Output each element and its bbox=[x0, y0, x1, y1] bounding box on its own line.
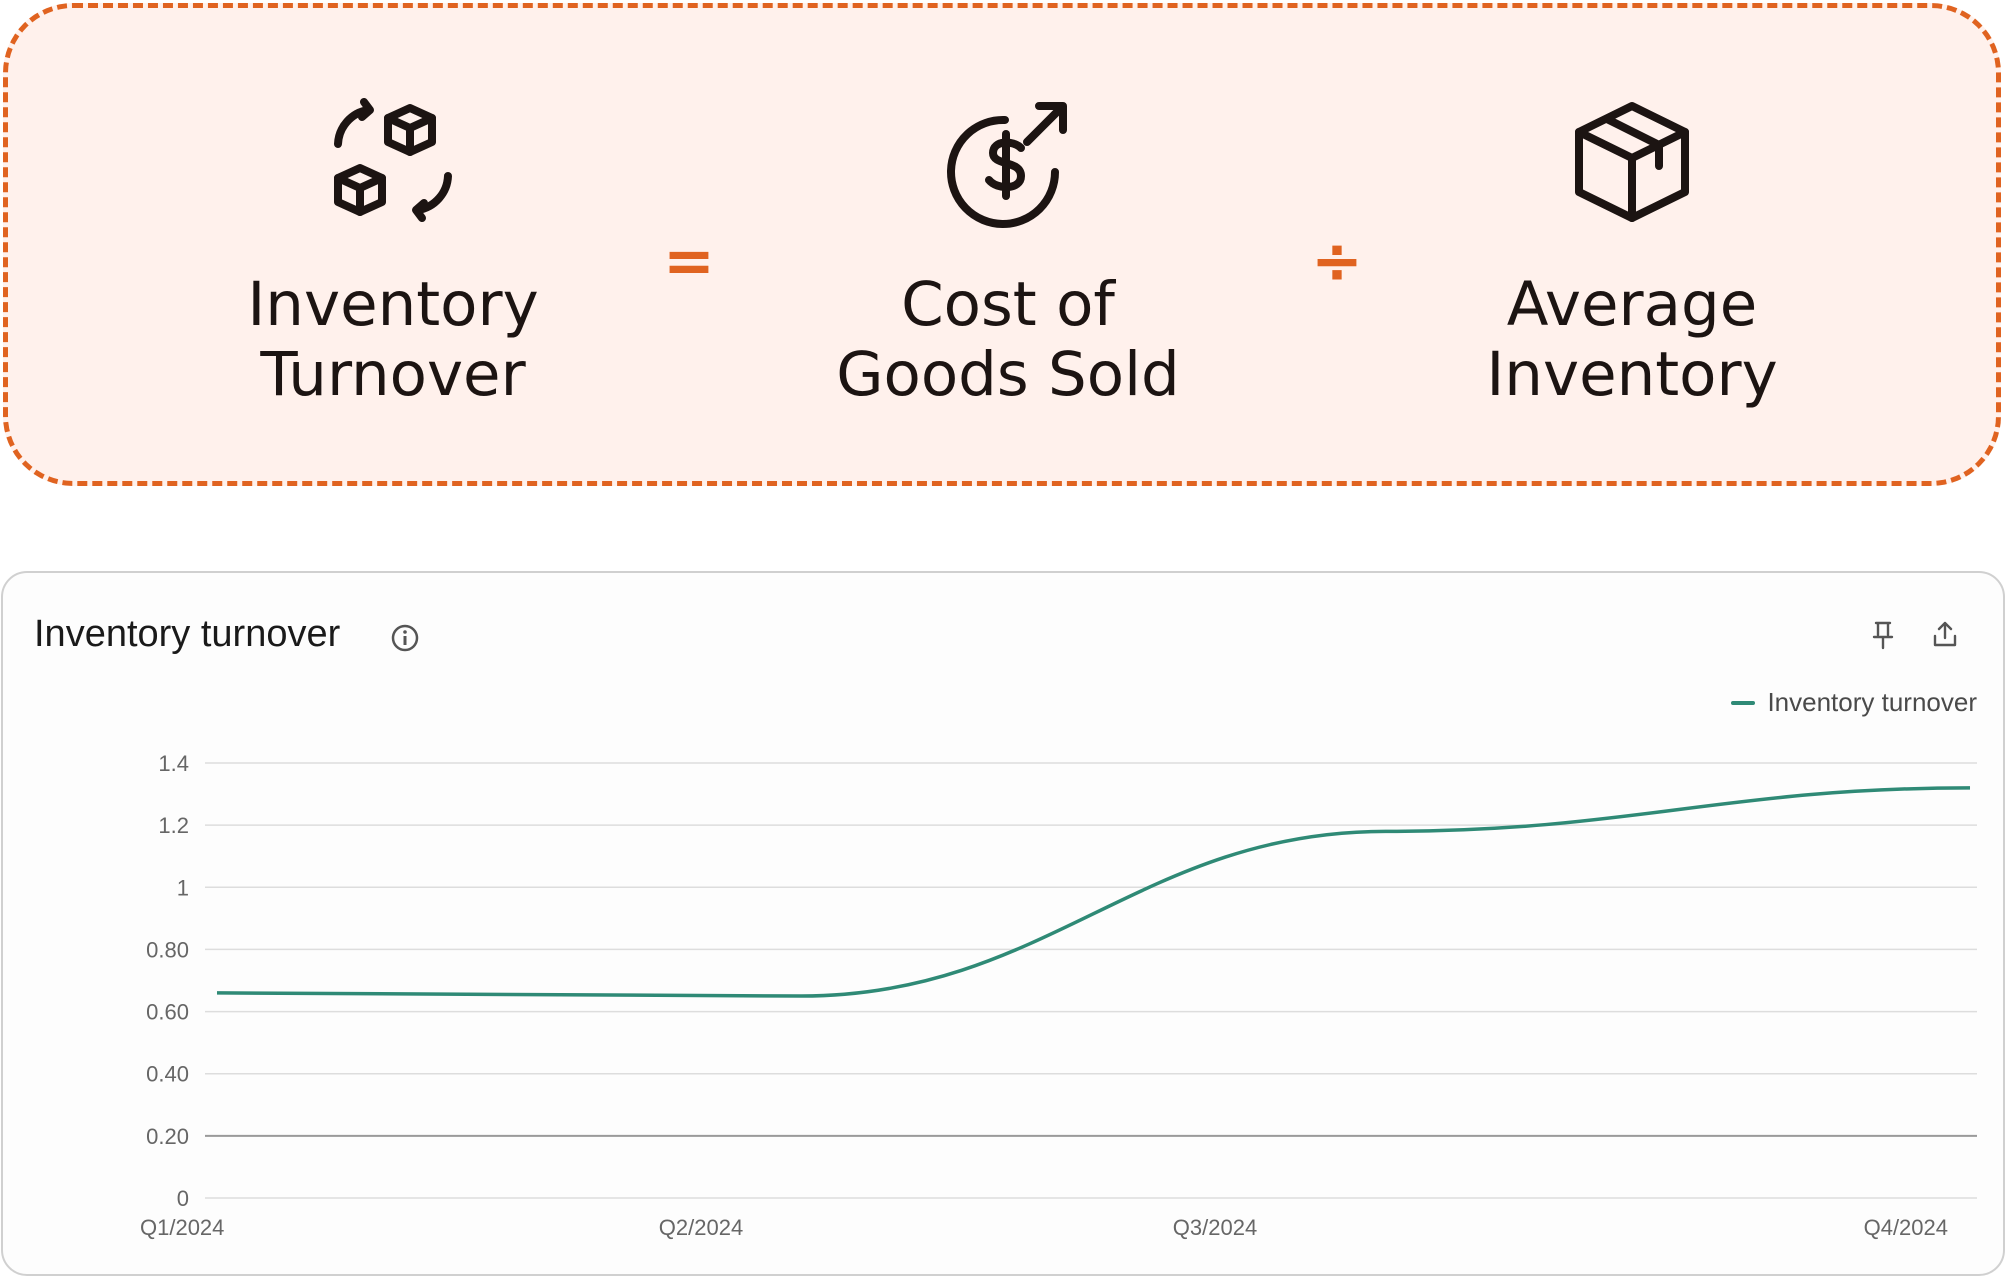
info-icon[interactable] bbox=[390, 623, 420, 653]
dollar-growth-icon bbox=[947, 102, 1067, 228]
x-tick-label: Q3/2024 bbox=[1173, 1215, 1257, 1240]
line-chart: 0 0.20 0.40 0.60 0.80 1 1.2 1.4 Q1/2024 Q2/2024 Q3… bbox=[140, 751, 1977, 1240]
formula-term-label: Cost of Goods Sold bbox=[798, 270, 1218, 410]
y-tick-label: 1 bbox=[177, 875, 189, 900]
term-label-line: Inventory bbox=[1486, 339, 1778, 410]
series-line-inventory-turnover bbox=[216, 786, 1971, 998]
chart-card: 0 0.20 0.40 0.60 0.80 1 1.2 1.4 Q1/2024 Q2/2024 Q3… bbox=[1, 571, 2005, 1276]
term-label-line: Average bbox=[1506, 269, 1758, 340]
y-tick-label: 0.40 bbox=[146, 1062, 189, 1087]
formula-term-cogs: Cost of Goods Sold bbox=[798, 8, 1218, 410]
divide-operator: ÷ bbox=[1311, 224, 1363, 297]
upload-share-icon[interactable] bbox=[1929, 619, 1961, 651]
x-tick-label: Q1/2024 bbox=[140, 1215, 224, 1240]
y-tick-label: 1.4 bbox=[158, 751, 189, 776]
formula-term-label: Average Inventory bbox=[1422, 270, 1842, 410]
pin-icon[interactable] bbox=[1867, 619, 1899, 651]
y-tick-label: 0.20 bbox=[146, 1124, 189, 1149]
formula-term-inventory-turnover: Inventory Turnover bbox=[183, 8, 603, 410]
y-tick-label: 0.60 bbox=[146, 1000, 189, 1025]
x-tick-label: Q4/2024 bbox=[1864, 1215, 1948, 1240]
term-label-line: Turnover bbox=[260, 339, 526, 410]
equals-operator: = bbox=[663, 224, 715, 297]
term-label-line: Inventory bbox=[247, 269, 539, 340]
formula-banner: Inventory Turnover = Cost of Goods Sold … bbox=[3, 3, 2001, 486]
x-tick-label: Q2/2024 bbox=[659, 1215, 743, 1240]
y-tick-label: 1.2 bbox=[158, 813, 189, 838]
term-label-line: Cost of bbox=[901, 269, 1115, 340]
chart-title: Inventory turnover bbox=[34, 613, 341, 655]
boxes-cycle-icon bbox=[334, 98, 452, 222]
formula-term-average-inventory: Average Inventory bbox=[1422, 8, 1842, 410]
package-box-icon bbox=[1575, 102, 1689, 222]
chart-legend: Inventory turnover bbox=[1731, 687, 1977, 718]
y-tick-label: 0.80 bbox=[146, 937, 189, 962]
legend-swatch bbox=[1731, 700, 1756, 705]
term-label-line: Goods Sold bbox=[836, 339, 1180, 410]
formula-term-label: Inventory Turnover bbox=[183, 270, 603, 410]
legend-label: Inventory turnover bbox=[1767, 687, 1977, 717]
y-tick-label: 0 bbox=[177, 1186, 189, 1211]
